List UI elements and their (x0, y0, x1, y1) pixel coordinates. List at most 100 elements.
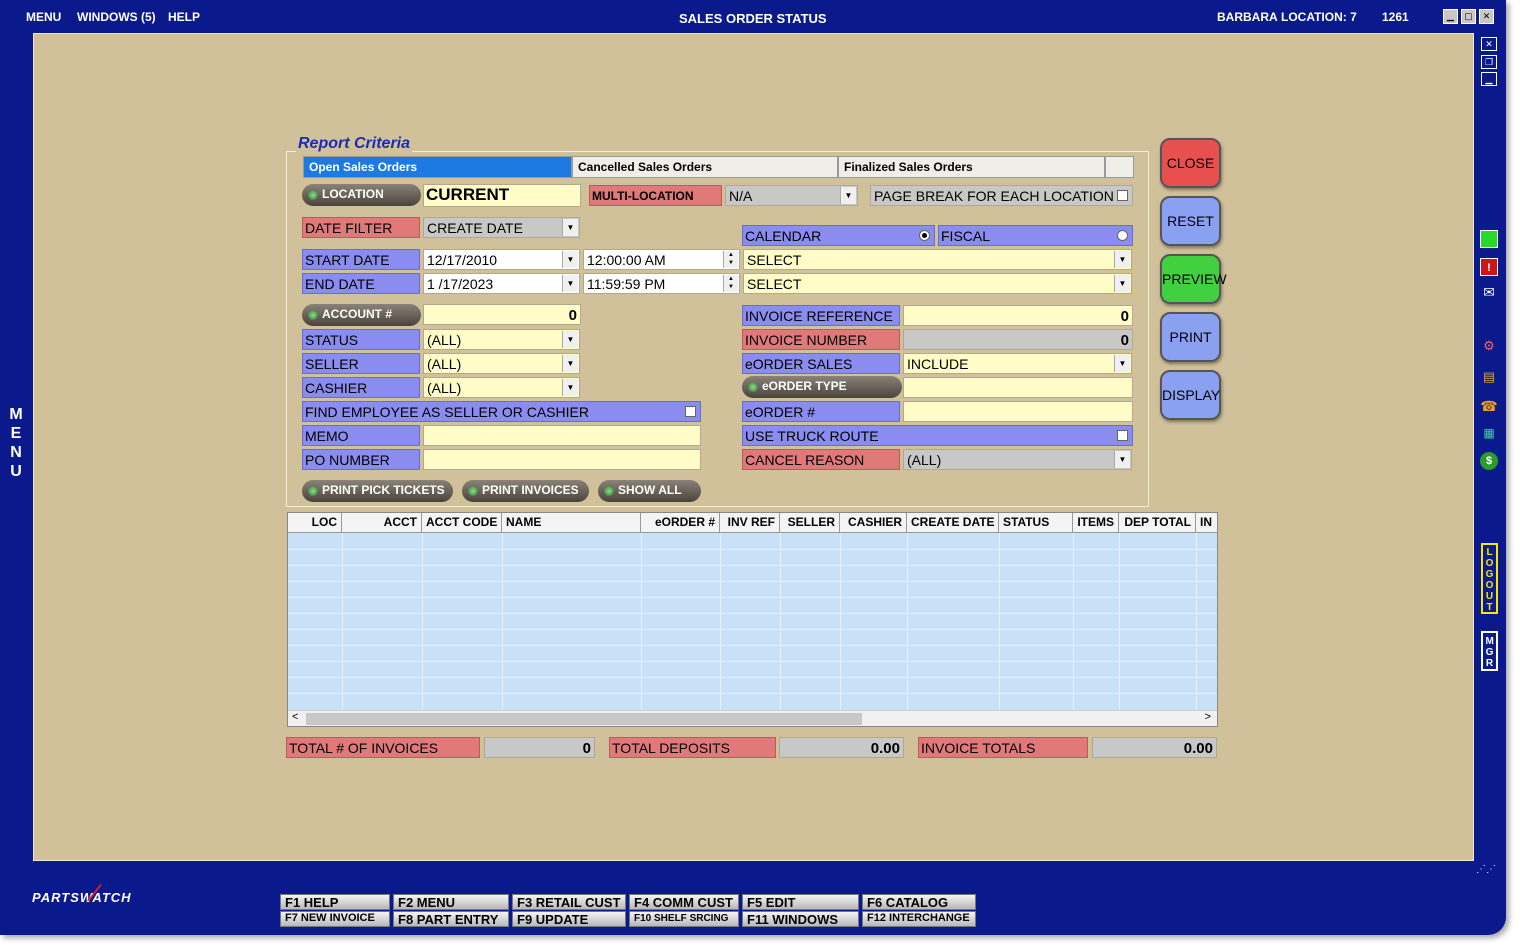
manager-button[interactable]: MGR (1481, 631, 1498, 671)
dropdown-arrow-icon[interactable]: ▼ (562, 379, 578, 396)
page-break-checkbox-row[interactable]: PAGE BREAK FOR EACH LOCATION (870, 185, 1133, 206)
dropdown-arrow-icon[interactable]: ▼ (1114, 451, 1130, 468)
f9-update-key[interactable]: F9 UPDATE (512, 911, 626, 927)
f2-menu-key[interactable]: F2 MENU (393, 894, 509, 910)
find-employee-checkbox[interactable] (685, 406, 696, 417)
start-date-picker[interactable]: 12/17/2010 ▼ (423, 249, 580, 270)
dropdown-arrow-icon[interactable]: ▼ (562, 355, 578, 372)
account-field[interactable]: 0 (423, 304, 581, 325)
location-field[interactable]: CURRENT (423, 184, 581, 207)
status-green-icon[interactable] (1480, 230, 1498, 248)
column-header[interactable]: ACCT CODE (422, 513, 502, 533)
tab-finalized-sales-orders[interactable]: Finalized Sales Orders (838, 156, 1105, 178)
eorder-type-field[interactable] (903, 377, 1133, 398)
inner-close-icon[interactable]: ✕ (1481, 37, 1497, 51)
scrollbar-thumb[interactable] (306, 713, 862, 725)
invoice-number-field[interactable]: 0 (903, 329, 1133, 350)
eorder-number-field[interactable] (903, 401, 1133, 422)
column-header[interactable]: ACCT (342, 513, 422, 533)
horizontal-scrollbar[interactable]: < > (288, 710, 1217, 726)
results-table[interactable]: LOC ACCT ACCT CODE NAME eORDER # INV REF… (287, 512, 1218, 727)
fiscal-radio-row[interactable]: FISCAL (938, 225, 1133, 246)
invoice-reference-field[interactable]: 0 (903, 305, 1133, 326)
multi-location-dropdown[interactable]: N/A ▼ (725, 185, 858, 206)
find-employee-checkbox-row[interactable]: FIND EMPLOYEE AS SELLER OR CASHIER (302, 401, 701, 422)
f6-catalog-key[interactable]: F6 CATALOG (862, 894, 976, 910)
column-header[interactable]: eORDER # (641, 513, 720, 533)
minimize-icon[interactable]: ▁ (1443, 9, 1458, 24)
time-spinner-icon[interactable]: ▲ ▼ (723, 275, 738, 292)
calendar-radio-row[interactable]: CALENDAR (742, 225, 935, 246)
column-header[interactable]: LOC (288, 513, 342, 533)
column-header[interactable]: NAME (502, 513, 641, 533)
eorder-sales-dropdown[interactable]: INCLUDE ▼ (903, 353, 1132, 374)
po-number-field[interactable] (423, 449, 701, 470)
date-filter-dropdown[interactable]: CREATE DATE ▼ (423, 217, 580, 238)
time-spinner-icon[interactable]: ▲ ▼ (723, 251, 738, 268)
column-header[interactable]: STATUS (999, 513, 1073, 533)
dropdown-arrow-icon[interactable]: ▼ (562, 251, 578, 268)
dropdown-arrow-icon[interactable]: ▼ (562, 219, 578, 236)
maximize-icon[interactable]: ▢ (1461, 9, 1476, 24)
cashier-dropdown[interactable]: (ALL) ▼ (423, 377, 580, 398)
f3-retail-cust-key[interactable]: F3 RETAIL CUST (512, 894, 626, 910)
column-header[interactable]: CREATE DATE (907, 513, 999, 533)
inner-minimize-icon[interactable]: ▁ (1481, 72, 1497, 86)
location-button[interactable]: LOCATION (302, 184, 421, 206)
tab-cancelled-sales-orders[interactable]: Cancelled Sales Orders (572, 156, 838, 178)
f5-edit-key[interactable]: F5 EDIT (742, 894, 859, 910)
dropdown-arrow-icon[interactable]: ▼ (1114, 355, 1130, 372)
scroll-right-icon[interactable]: > (1205, 711, 1211, 723)
menu-windows[interactable]: WINDOWS (5) (77, 10, 156, 24)
column-header[interactable]: INV REF (720, 513, 780, 533)
print-pick-tickets-button[interactable]: PRINT PICK TICKETS (302, 480, 453, 502)
f11-windows-key[interactable]: F11 WINDOWS (742, 911, 859, 927)
inner-restore-icon[interactable]: ❐ (1481, 55, 1497, 69)
column-header[interactable]: CASHIER (840, 513, 907, 533)
seller-dropdown[interactable]: (ALL) ▼ (423, 353, 580, 374)
dropdown-arrow-icon[interactable]: ▼ (1114, 251, 1130, 268)
fiscal-radio[interactable] (1117, 230, 1128, 241)
column-header[interactable]: IN (1196, 513, 1217, 533)
side-menu-toggle[interactable]: M E N U (8, 405, 24, 481)
print-invoices-button[interactable]: PRINT INVOICES (462, 480, 589, 502)
f7-new-invoice-key[interactable]: F7 NEW INVOICE (280, 911, 390, 927)
phone-icon[interactable]: ☎ (1480, 397, 1498, 415)
book-icon[interactable]: ▤ (1480, 368, 1498, 386)
cancel-reason-dropdown[interactable]: (ALL) ▼ (903, 449, 1132, 470)
logout-button[interactable]: LOGOUT (1481, 543, 1498, 614)
column-header[interactable]: ITEMS (1073, 513, 1119, 533)
f12-interchange-key[interactable]: F12 INTERCHANGE (862, 911, 976, 927)
memo-field[interactable] (423, 425, 701, 446)
eorder-type-button[interactable]: eORDER TYPE (742, 376, 902, 398)
print-button[interactable]: PRINT (1160, 312, 1221, 362)
use-truck-route-checkbox[interactable] (1117, 430, 1128, 441)
f8-part-entry-key[interactable]: F8 PART ENTRY (393, 911, 509, 927)
menu-menu[interactable]: MENU (26, 10, 61, 24)
column-header[interactable]: SELLER (780, 513, 840, 533)
show-all-button[interactable]: SHOW ALL (598, 480, 701, 502)
end-date-picker[interactable]: 1 /17/2023 ▼ (423, 273, 580, 294)
status-dropdown[interactable]: (ALL) ▼ (423, 329, 580, 350)
close-button[interactable]: CLOSE (1160, 138, 1221, 188)
start-time-field[interactable]: 12:00:00 AM ▲ ▼ (583, 249, 740, 270)
f1-help-key[interactable]: F1 HELP (280, 894, 390, 910)
start-select-dropdown[interactable]: SELECT ▼ (743, 249, 1132, 270)
column-header[interactable]: DEP TOTAL (1119, 513, 1196, 533)
display-button[interactable]: DISPLAY (1160, 370, 1221, 420)
alert-icon[interactable]: ! (1480, 258, 1498, 276)
mail-icon[interactable]: ✉ (1480, 283, 1498, 301)
dropdown-arrow-icon[interactable]: ▼ (1114, 275, 1130, 292)
keyboard-icon[interactable]: ▦ (1480, 424, 1498, 442)
reset-button[interactable]: RESET (1160, 196, 1221, 246)
calendar-radio[interactable] (919, 230, 930, 241)
scroll-left-icon[interactable]: < (292, 711, 298, 723)
dollar-icon[interactable]: $ (1480, 452, 1498, 470)
f4-comm-cust-key[interactable]: F4 COMM CUST (629, 894, 739, 910)
page-break-checkbox[interactable] (1117, 190, 1128, 201)
preview-button[interactable]: PREVIEW (1160, 254, 1227, 304)
tools-icon[interactable]: ⚙ (1480, 337, 1498, 355)
resize-grip-icon[interactable]: ⋰⋰ (1476, 864, 1496, 875)
f10-shelf-srcing-key[interactable]: F10 SHELF SRCING (629, 911, 739, 927)
close-window-icon[interactable]: ✕ (1479, 9, 1494, 24)
